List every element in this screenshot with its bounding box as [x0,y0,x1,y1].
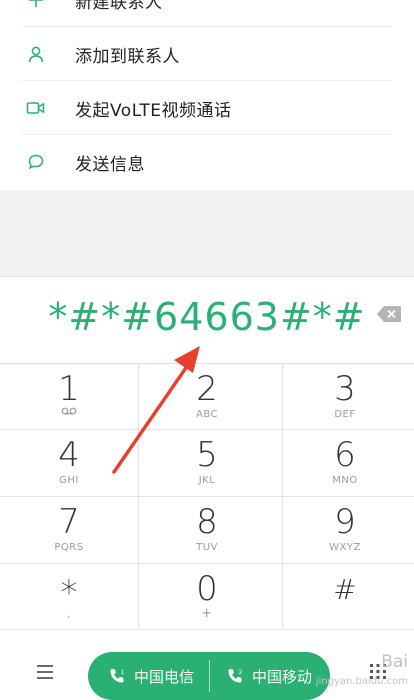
key-letters: DEF [334,409,356,420]
key-hash[interactable]: # [276,563,414,629]
plus-icon [26,0,46,10]
action-new-contact[interactable]: 新建联系人 [0,0,414,27]
action-label: 新建联系人 [75,0,163,13]
action-label: 发送信息 [75,154,145,175]
watermark: Bai [381,652,408,672]
key-digit: 2 [196,369,218,409]
message-icon [26,152,46,172]
key-2[interactable]: 2 ABC [138,363,276,429]
call-telecom-button[interactable]: 1 中国电信 [108,652,194,700]
phone-icon: 1 [108,667,126,685]
grid-line [0,429,414,430]
action-send-message[interactable]: 发送信息 [0,135,414,189]
svg-text:2: 2 [239,669,243,676]
key-0[interactable]: 0 + [138,563,276,629]
key-5[interactable]: 5 JKL [138,429,276,495]
key-7[interactable]: 7 PQRS [0,496,138,562]
key-digit: # [333,573,357,606]
action-add-to-contact[interactable]: 添加到联系人 [0,27,414,81]
key-3[interactable]: 3 DEF [276,363,414,429]
key-star[interactable]: * , [0,563,138,629]
backspace-icon[interactable] [376,305,402,323]
number-display: *#*#64663#*# [0,276,414,364]
key-digit: 3 [334,369,356,409]
call-mobile-button[interactable]: 2 中国移动 [226,652,312,700]
key-digit: 6 [334,435,356,475]
voicemail-icon [0,407,138,418]
action-list: 新建联系人 添加到联系人 发起VoLTE视频通话 发送信息 [0,0,414,190]
watermark-url: jingyan.baidu.com [315,676,408,687]
key-letters: + [201,606,213,621]
key-1[interactable]: 1 [0,363,138,429]
key-letters: PQRS [54,542,84,553]
dialer-screen: 新建联系人 添加到联系人 发起VoLTE视频通话 发送信息 *#*#64663#… [0,0,414,700]
action-volte-video-call[interactable]: 发起VoLTE视频通话 [0,81,414,135]
svg-text:1: 1 [121,669,125,676]
dialed-number[interactable]: *#*#64663#*# [0,295,414,339]
key-letters: , [67,609,71,620]
key-digit: 7 [58,502,80,542]
call-buttons: 1 中国电信 2 中国移动 [88,652,330,700]
video-icon [26,98,46,118]
call-label: 中国移动 [252,667,313,686]
spacer [0,190,414,276]
key-6[interactable]: 6 MNO [276,429,414,495]
menu-icon[interactable] [36,664,54,680]
key-letters: ABC [195,409,218,420]
person-icon [26,44,46,64]
key-9[interactable]: 9 WXYZ [276,496,414,562]
key-letters: GHI [59,475,79,486]
key-digit: 4 [58,435,80,475]
key-4[interactable]: 4 GHI [0,429,138,495]
key-digit: 8 [196,502,218,542]
key-digit: 5 [196,435,218,475]
call-label: 中国电信 [134,667,195,686]
key-letters: TUV [196,542,218,553]
key-letters: MNO [332,475,358,486]
divider [209,660,210,692]
key-8[interactable]: 8 TUV [138,496,276,562]
key-letters: JKL [198,475,216,486]
key-digit: 1 [58,369,80,409]
grid-line [0,496,414,497]
key-digit: 9 [334,502,356,542]
grid-line [0,563,414,564]
key-digit: 0 [196,569,218,609]
phone-icon: 2 [226,667,244,685]
key-letters: WXYZ [329,542,361,553]
action-label: 添加到联系人 [75,46,180,67]
bottom-bar: 1 中国电信 2 中国移动 [0,629,414,700]
action-label: 发起VoLTE视频通话 [75,100,232,121]
key-digit: * [60,573,78,613]
